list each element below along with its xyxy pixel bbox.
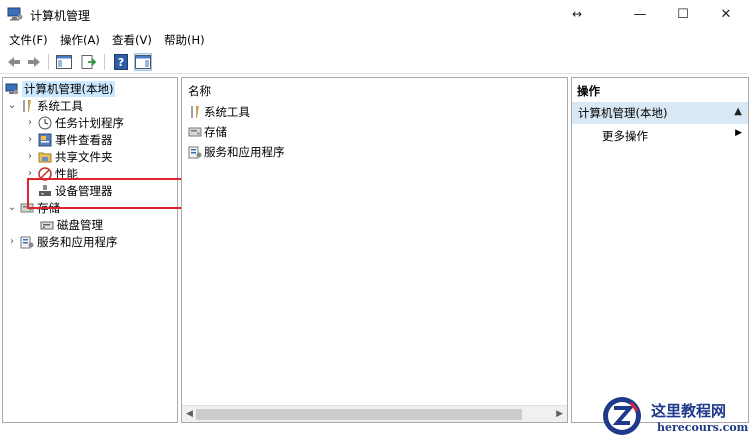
- tree-label-shared-folders: 共享文件夹: [55, 149, 113, 164]
- toolbar-separator: [104, 54, 105, 70]
- shared-folder-icon: [38, 150, 52, 164]
- tree-item-system-tools[interactable]: ⌄ 系统工具: [7, 97, 83, 114]
- back-icon[interactable]: [5, 53, 23, 71]
- scroll-left-icon[interactable]: ◀: [186, 409, 193, 419]
- list-item-system-tools[interactable]: 系统工具: [188, 103, 250, 120]
- tree-label-event-viewer: 事件查看器: [55, 132, 113, 147]
- show-hide-console-tree-icon[interactable]: [55, 53, 73, 71]
- close-button[interactable]: ✕: [703, 0, 749, 28]
- actions-section-header[interactable]: 计算机管理(本地) ▲: [572, 102, 748, 124]
- actions-pane: 操作 计算机管理(本地) ▲ 更多操作 ▶: [571, 77, 749, 423]
- tree-item-services-apps[interactable]: › 服务和应用程序: [7, 233, 118, 250]
- watermark-title: 这里教程网: [651, 402, 727, 420]
- tree-label-system-tools: 系统工具: [37, 98, 83, 113]
- more-actions-item[interactable]: 更多操作: [602, 128, 648, 144]
- tree-item-event-viewer[interactable]: › 事件查看器: [25, 131, 113, 148]
- help-icon[interactable]: ?: [112, 53, 130, 71]
- watermark-logo: 这里教程网 herecours.com: [597, 397, 749, 438]
- tree-item-root[interactable]: 计算机管理(本地): [5, 80, 116, 97]
- tree-label-root: 计算机管理(本地): [22, 80, 116, 97]
- submenu-arrow-icon: ▶: [735, 128, 742, 138]
- tree-label-services-apps: 服务和应用程序: [37, 234, 118, 249]
- chevron-right-icon[interactable]: ›: [25, 117, 35, 128]
- menu-file[interactable]: 文件(F): [9, 32, 48, 48]
- menu-help[interactable]: 帮助(H): [164, 32, 205, 48]
- disk-management-icon: [40, 218, 54, 232]
- system-tools-icon: [188, 105, 202, 119]
- collapse-up-icon[interactable]: ▲: [734, 106, 742, 117]
- chevron-right-icon[interactable]: ›: [25, 151, 35, 162]
- tree-label-task-scheduler: 任务计划程序: [55, 115, 124, 130]
- scroll-right-icon[interactable]: ▶: [556, 409, 563, 419]
- tree-item-shared-folders[interactable]: › 共享文件夹: [25, 148, 113, 165]
- console-tree-pane: 计算机管理(本地) ⌄ 系统工具 › 任务计划程序 › 事件查看器 › 共享文件…: [2, 77, 178, 423]
- results-pane: 名称 系统工具 存储 服务和应用程序 ◀ ▶: [181, 77, 568, 423]
- svg-text:?: ?: [118, 56, 124, 69]
- highlight-device-manager: [27, 178, 187, 209]
- tree-item-task-scheduler[interactable]: › 任务计划程序: [25, 114, 124, 131]
- show-action-pane-icon[interactable]: [134, 53, 152, 71]
- event-viewer-icon: [38, 133, 52, 147]
- scrollbar-thumb[interactable]: [196, 409, 522, 420]
- chevron-right-icon[interactable]: ›: [25, 134, 35, 145]
- export-list-icon[interactable]: [80, 53, 98, 71]
- tree-label-disk-management: 磁盘管理: [57, 217, 103, 232]
- title-bar: 计算机管理 ↔ — ☐ ✕: [0, 0, 749, 28]
- list-label: 存储: [204, 124, 227, 139]
- toolbar-separator: [48, 54, 49, 70]
- horizontal-scrollbar[interactable]: ◀ ▶: [182, 405, 567, 422]
- resize-icon[interactable]: ↔: [557, 0, 597, 28]
- storage-icon: [188, 125, 202, 139]
- maximize-button[interactable]: ☐: [660, 0, 706, 28]
- actions-section-label: 计算机管理(本地): [578, 106, 668, 120]
- toolbar: ?: [0, 50, 749, 74]
- menu-view[interactable]: 查看(V): [112, 32, 152, 48]
- column-header-name[interactable]: 名称: [188, 83, 211, 99]
- watermark-subtitle: herecours.com: [657, 421, 749, 434]
- forward-icon[interactable]: [25, 53, 43, 71]
- tree-item-disk-management[interactable]: 磁盘管理: [40, 216, 103, 233]
- services-apps-icon: [188, 145, 202, 159]
- list-label: 系统工具: [204, 104, 250, 119]
- menu-bar: 文件(F) 操作(A) 查看(V) 帮助(H): [0, 28, 749, 50]
- system-tools-icon: [20, 99, 34, 113]
- clock-icon: [38, 116, 52, 130]
- services-apps-icon: [20, 235, 34, 249]
- chevron-right-icon[interactable]: ›: [7, 236, 17, 247]
- computer-management-icon: [5, 82, 19, 96]
- actions-title: 操作: [577, 84, 600, 98]
- chevron-down-icon[interactable]: ⌄: [7, 100, 17, 111]
- list-label: 服务和应用程序: [204, 144, 285, 159]
- watermark-z-logo-icon: [603, 397, 641, 435]
- window-title: 计算机管理: [30, 9, 91, 23]
- chevron-down-icon[interactable]: ⌄: [7, 202, 17, 213]
- computer-management-icon: [7, 7, 23, 21]
- menu-action[interactable]: 操作(A): [60, 32, 100, 48]
- minimize-button[interactable]: —: [617, 0, 663, 28]
- list-item-storage[interactable]: 存储: [188, 123, 227, 140]
- list-item-services-apps[interactable]: 服务和应用程序: [188, 143, 285, 160]
